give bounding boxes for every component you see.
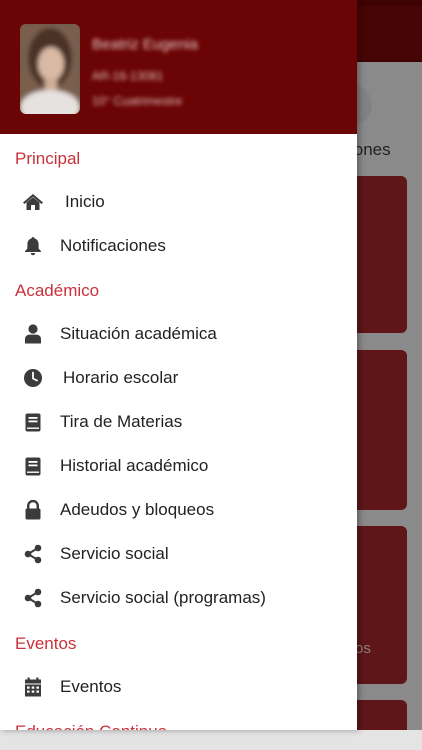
section-title-educacion-continua: Educación Continua (15, 722, 167, 730)
menu-item-inicio[interactable]: Inicio (0, 182, 357, 222)
user-icon (22, 324, 44, 344)
drawer-header: Beatriz Eugenia AR-16-13081 10° Cuatrime… (0, 0, 357, 134)
menu-label-eventos: Eventos (60, 677, 122, 696)
menu-item-situacion-academica[interactable]: Situación académica (0, 314, 357, 354)
menu-item-tira-materias[interactable]: Tira de Materias (0, 402, 357, 442)
menu-item-servicio-social[interactable]: Servicio social (0, 534, 357, 574)
avatar (20, 24, 80, 114)
section-title-academico: Académico (15, 281, 100, 300)
menu-label-servicio-social-programas: Servicio social (programas) (60, 588, 266, 607)
book-icon (22, 412, 44, 432)
menu-label-notificaciones: Notificaciones (60, 236, 166, 255)
menu-item-notificaciones[interactable]: Notificaciones (0, 226, 357, 266)
book-icon (22, 456, 44, 476)
user-term: 10° Cuatrimestre (92, 94, 183, 108)
menu-label-historial-academico: Historial académico (60, 456, 209, 475)
menu-label-adeudos-bloqueos: Adeudos y bloqueos (60, 500, 215, 519)
calendar-icon (22, 677, 44, 697)
menu-item-servicio-social-programas[interactable]: Servicio social (programas) (0, 578, 357, 618)
menu-label-servicio-social: Servicio social (60, 544, 169, 563)
menu-label-horario-escolar: Horario escolar (63, 368, 179, 387)
navigation-drawer: Beatriz Eugenia AR-16-13081 10° Cuatrime… (0, 0, 357, 730)
section-title-principal: Principal (15, 149, 81, 168)
menu-label-inicio: Inicio (65, 192, 105, 211)
lock-icon (22, 500, 44, 520)
bottom-strip (0, 730, 422, 750)
user-name: Beatriz Eugenia (92, 36, 198, 53)
menu-item-adeudos-bloqueos[interactable]: Adeudos y bloqueos (0, 490, 357, 530)
share-icon (22, 544, 44, 564)
menu-label-tira-materias: Tira de Materias (60, 412, 183, 431)
menu-item-horario-escolar[interactable]: Horario escolar (0, 358, 357, 398)
bell-icon (22, 236, 44, 256)
menu-item-eventos[interactable]: Eventos (0, 667, 357, 707)
user-id: AR-16-13081 (92, 69, 164, 83)
menu-label-situacion-academica: Situación académica (60, 324, 217, 343)
clock-icon (22, 368, 44, 388)
section-title-eventos: Eventos (15, 634, 77, 653)
menu-item-historial-academico[interactable]: Historial académico (0, 446, 357, 486)
home-icon (22, 192, 44, 212)
share-icon (22, 588, 44, 608)
